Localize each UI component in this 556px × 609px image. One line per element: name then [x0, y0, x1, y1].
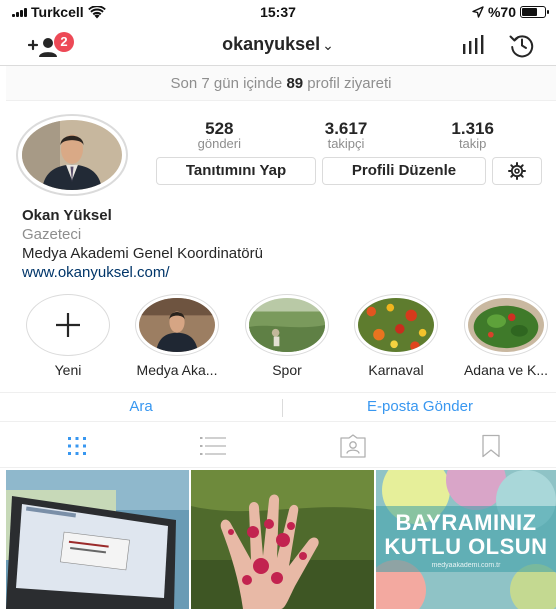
edit-profile-button[interactable]: Profili Düzenle: [322, 157, 486, 185]
bio-text: Medya Akademi Genel Koordinatörü: [22, 245, 263, 262]
profile-view-tabs: [0, 424, 556, 468]
story-highlights: Yeni Medya Aka... Spor Karnaval Adana ve…: [0, 294, 556, 384]
status-right: %70: [472, 4, 549, 20]
profile-bio: Okan Yüksel Gazeteci Medya Akademi Genel…: [22, 206, 542, 282]
followers-count: 3.617: [324, 119, 368, 138]
following-label: takip: [458, 136, 487, 151]
highlight-karnaval[interactable]: Karnaval: [346, 294, 446, 378]
stat-followers[interactable]: 3.617 takipçi: [283, 120, 410, 150]
location-arrow-icon: [472, 6, 484, 18]
profile-stats: 528 gönderi 3.617 takipçi 1.316 takip: [156, 120, 536, 150]
highlight-label: Adana ve K...: [463, 362, 549, 378]
followers-label: takipçi: [327, 136, 365, 151]
portrait-photo: [139, 298, 215, 352]
highlight-medya-akademi[interactable]: Medya Aka...: [127, 294, 227, 378]
visits-prefix: Son 7 gün içinde: [170, 75, 287, 92]
greeting-site: medyaakademi.com.tr: [431, 562, 501, 569]
settings-button[interactable]: [492, 157, 542, 185]
profile-visits-banner[interactable]: Son 7 gün içinde 89 profil ziyareti: [6, 66, 556, 101]
nav-bar: 2 okanyuksel ⌄: [0, 24, 556, 66]
highlight-label: Yeni: [54, 362, 82, 378]
posts-count: 528: [205, 119, 234, 138]
highlight-label: Medya Aka...: [136, 362, 218, 378]
field-photo: [249, 298, 325, 352]
visits-count: 89: [286, 75, 304, 92]
highlight-adana[interactable]: Adana ve K...: [456, 294, 556, 378]
visits-suffix: profil ziyareti: [303, 75, 392, 92]
saved-icon[interactable]: [476, 434, 506, 458]
stat-posts[interactable]: 528 gönderi: [156, 120, 283, 150]
highlight-ring: [135, 294, 219, 356]
profile-name: Okan Yüksel: [22, 207, 112, 224]
battery-level: [522, 8, 538, 16]
profile-category: Gazeteci: [22, 226, 82, 243]
highlight-label: Karnaval: [368, 362, 424, 378]
website-link[interactable]: www.okanyuksel.com/: [22, 263, 542, 282]
insights-icon[interactable]: [462, 35, 484, 55]
divider: [282, 399, 283, 417]
post-hand[interactable]: [191, 470, 374, 609]
promote-button[interactable]: Tanıtımını Yap: [156, 157, 316, 185]
highlight-ring: [464, 294, 548, 356]
posts-label: gönderi: [197, 136, 242, 151]
plus-icon: [30, 298, 106, 352]
stat-following[interactable]: 1.316 takip: [409, 120, 536, 150]
contact-actions: Ara E-posta Gönder: [0, 392, 556, 422]
greeting-line-1: BAYRAMINIZ: [395, 510, 537, 535]
greeting-line-2: KUTLU OLSUN: [384, 534, 548, 559]
salad-photo: [468, 298, 544, 352]
post-laptop[interactable]: [6, 470, 189, 609]
highlight-label: Spor: [272, 362, 302, 378]
highlight-new[interactable]: Yeni: [18, 294, 118, 378]
hand-photo: [191, 470, 374, 609]
call-button[interactable]: Ara: [0, 393, 282, 421]
profile-avatar[interactable]: [16, 114, 128, 196]
following-count: 1.316: [451, 119, 494, 138]
list-icon[interactable]: [198, 434, 228, 458]
username-title: okanyuksel: [222, 34, 321, 54]
post-greeting[interactable]: BAYRAMINIZ KUTLU OLSUN medyaakademi.com.…: [376, 470, 556, 609]
email-button[interactable]: E-posta Gönder: [284, 393, 556, 421]
tagged-icon[interactable]: [338, 434, 368, 458]
posts-grid: BAYRAMINIZ KUTLU OLSUN medyaakademi.com.…: [6, 470, 556, 609]
grid-icon[interactable]: [62, 434, 92, 458]
history-icon[interactable]: [508, 32, 536, 58]
flowers-photo: [358, 298, 434, 352]
highlight-ring: [354, 294, 438, 356]
status-bar: Turkcell 15:37 %70: [0, 0, 556, 24]
highlight-ring: [245, 294, 329, 356]
highlight-ring: [26, 294, 110, 356]
battery-icon: [520, 6, 549, 18]
chevron-down-icon: ⌄: [322, 37, 334, 53]
battery-percent: %70: [487, 4, 516, 20]
highlight-spor[interactable]: Spor: [237, 294, 337, 378]
laptop-photo: [6, 470, 189, 609]
gear-icon: [508, 162, 526, 180]
avatar-photo: [22, 120, 122, 190]
